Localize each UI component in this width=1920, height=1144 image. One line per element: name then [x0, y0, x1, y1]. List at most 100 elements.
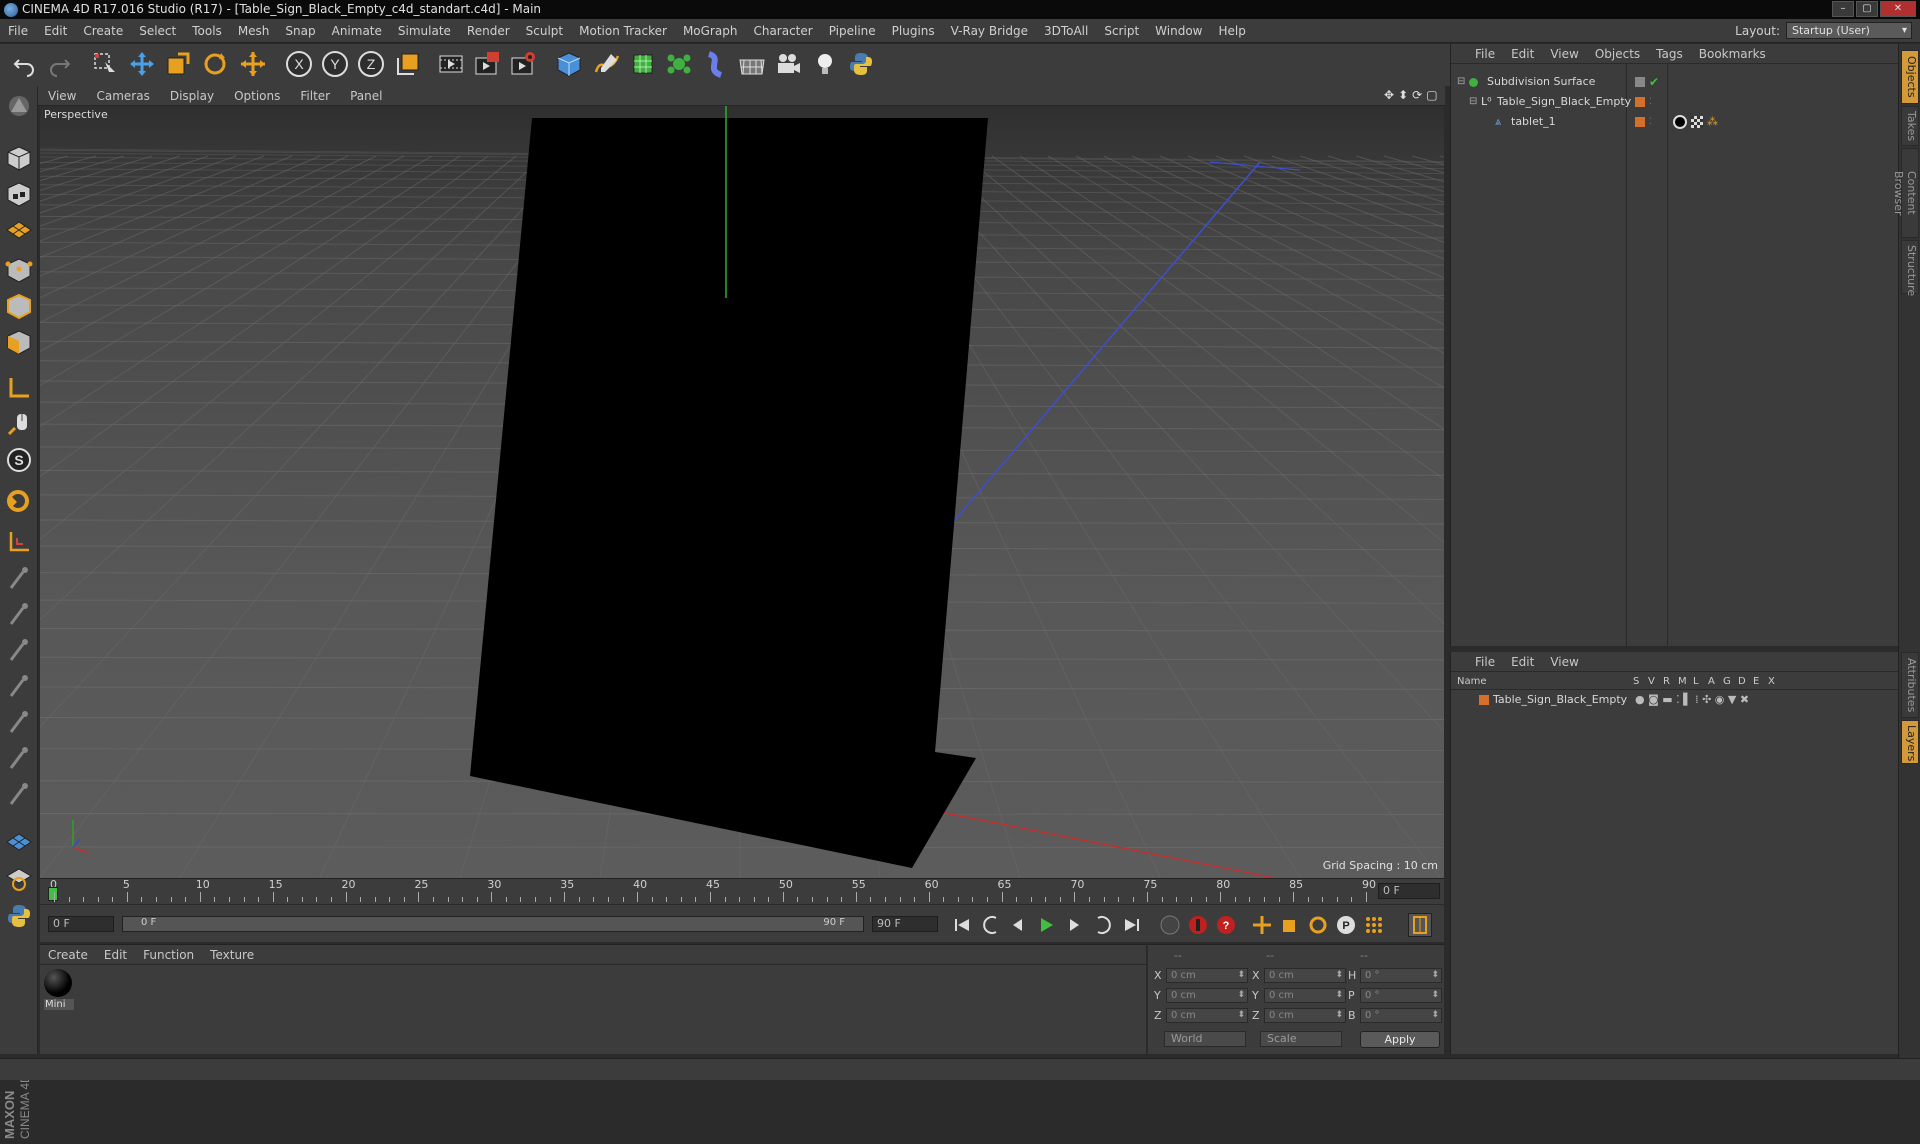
size-x-field[interactable]: 0 cm [1264, 968, 1346, 983]
rotation-p-field[interactable]: 0 ° [1360, 988, 1442, 1003]
perspective-viewport[interactable]: Perspective Grid Spacing : 10 cm [40, 106, 1444, 878]
minimize-button[interactable]: – [1832, 1, 1854, 17]
menu-render[interactable]: Render [459, 24, 518, 38]
key-rotation-icon[interactable] [1306, 913, 1330, 937]
rotate-icon[interactable] [200, 49, 230, 79]
cloner-icon[interactable] [664, 49, 694, 79]
axis-mode-icon[interactable] [3, 372, 35, 404]
polygons-mode-icon[interactable] [3, 326, 35, 358]
rotation-b-field[interactable]: 0 ° [1360, 1008, 1442, 1023]
menu-select[interactable]: Select [131, 24, 184, 38]
record-keys-icon[interactable] [1158, 913, 1182, 937]
timeline-playhead[interactable] [48, 887, 58, 901]
next-keyframe-icon[interactable] [1090, 913, 1114, 937]
position-x-field[interactable]: 0 cm [1166, 968, 1248, 983]
object-menu-view[interactable]: View [1542, 47, 1586, 61]
sculpt-knife-icon[interactable] [3, 778, 35, 810]
position-z-field[interactable]: 0 cm [1166, 1008, 1248, 1023]
sculpt-pinch-icon[interactable] [3, 742, 35, 774]
key-parameter-icon[interactable]: P [1334, 913, 1358, 937]
subdivision-surface-icon[interactable] [628, 49, 658, 79]
enabled-check-icon[interactable]: ✔ [1649, 72, 1659, 92]
python-script-icon[interactable] [3, 900, 35, 932]
redo-icon[interactable] [44, 49, 74, 79]
key-position-icon[interactable] [1250, 913, 1274, 937]
spline-pen-icon[interactable] [592, 49, 622, 79]
prev-keyframe-icon[interactable] [980, 913, 1004, 937]
magnet-icon[interactable] [3, 486, 35, 518]
menu-simulate[interactable]: Simulate [390, 24, 459, 38]
object-row-table-sign[interactable]: ⊟ L⁰ Table_Sign_Black_Empty ⁚ [1451, 92, 1899, 112]
floor-icon[interactable] [737, 49, 767, 79]
object-menu-objects[interactable]: Objects [1587, 47, 1648, 61]
menu-motion-tracker[interactable]: Motion Tracker [571, 24, 675, 38]
size-z-field[interactable]: 0 cm [1264, 1008, 1346, 1023]
sculpt-pull-icon[interactable] [3, 598, 35, 630]
uvw-tag-icon[interactable] [1691, 116, 1703, 128]
render-picture-viewer-icon[interactable] [472, 49, 502, 79]
solo-mode-icon[interactable] [3, 862, 35, 894]
transform-icon[interactable] [238, 49, 268, 79]
object-menu-bookmarks[interactable]: Bookmarks [1691, 47, 1774, 61]
next-frame-icon[interactable] [1062, 913, 1086, 937]
snapping-icon[interactable]: S [3, 444, 35, 476]
material-swatch[interactable]: Mini [44, 969, 74, 1010]
phong-tag-icon[interactable]: ⁂ [1707, 112, 1718, 132]
tab-structure[interactable]: Structure [1901, 240, 1919, 296]
viewport-menu-options[interactable]: Options [224, 89, 290, 103]
edit-render-settings-icon[interactable] [508, 49, 538, 79]
viewport-dolly-icon[interactable]: ⬍ [1398, 88, 1408, 102]
timeline-layout-icon[interactable] [1408, 913, 1432, 937]
quantize-icon[interactable] [3, 526, 35, 558]
timeline-ruler[interactable]: 0 5 10 15 20 25 30 35 40 45 50 55 60 65 70 75 80 85 90 0 F [40, 878, 1444, 904]
menu-script[interactable]: Script [1096, 24, 1147, 38]
menu-create[interactable]: Create [75, 24, 131, 38]
layer-color-swatch[interactable] [1479, 695, 1489, 705]
layer-menu-edit[interactable]: Edit [1503, 655, 1542, 669]
undo-icon[interactable] [10, 49, 40, 79]
tab-layers[interactable]: Layers [1901, 720, 1919, 764]
object-menu-file[interactable]: File [1467, 47, 1503, 61]
object-row-tablet[interactable]: ⩓ tablet_1 ⁚ ⁂ [1451, 112, 1899, 132]
render-view-icon[interactable] [436, 49, 466, 79]
menu-mesh[interactable]: Mesh [230, 24, 278, 38]
rotation-h-field[interactable]: 0 ° [1360, 968, 1442, 983]
start-frame-field[interactable]: 0 F [48, 916, 114, 932]
prev-frame-icon[interactable] [1006, 913, 1030, 937]
object-row-subdivision-surface[interactable]: ⊟ Subdivision Surface ✔ [1451, 72, 1899, 92]
menu-animate[interactable]: Animate [324, 24, 390, 38]
autokey-icon[interactable] [1186, 913, 1210, 937]
cube-icon[interactable] [554, 49, 584, 79]
sculpt-flatten-icon[interactable] [3, 670, 35, 702]
play-forward-icon[interactable] [1034, 913, 1058, 937]
layer-menu-file[interactable]: File [1467, 655, 1503, 669]
sculpt-grab-icon[interactable] [3, 562, 35, 594]
scale-icon[interactable] [163, 49, 193, 79]
end-frame-field[interactable]: 90 F [872, 916, 938, 932]
object-menu-edit[interactable]: Edit [1503, 47, 1542, 61]
menu-mograph[interactable]: MoGraph [675, 24, 746, 38]
light-icon[interactable] [810, 49, 840, 79]
go-to-end-icon[interactable] [1120, 913, 1144, 937]
tab-content-browser[interactable]: Content Browser [1892, 148, 1919, 238]
live-select-icon[interactable] [90, 49, 120, 79]
menu-sculpt[interactable]: Sculpt [518, 24, 571, 38]
close-button[interactable]: ✕ [1880, 1, 1916, 17]
material-menu-create[interactable]: Create [40, 948, 96, 962]
keyframe-selection-icon[interactable]: ? [1214, 913, 1238, 937]
coordinate-system-icon[interactable] [393, 49, 423, 79]
tab-attributes[interactable]: Attributes [1901, 652, 1919, 718]
material-menu-edit[interactable]: Edit [96, 948, 135, 962]
object-menu-tags[interactable]: Tags [1648, 47, 1691, 61]
current-frame-field[interactable]: 0 F [1378, 883, 1440, 899]
collapse-toggle-icon[interactable]: ⊟ [1469, 92, 1477, 112]
python-icon[interactable] [846, 49, 876, 79]
viewport-rotate-icon[interactable]: ⟳ [1412, 88, 1422, 102]
coordinate-mode-dropdown[interactable]: World [1164, 1031, 1246, 1047]
camera-icon[interactable] [773, 49, 803, 79]
z-axis-icon[interactable]: Z [356, 49, 386, 79]
frame-range-slider[interactable]: 0 F 90 F [122, 916, 864, 932]
workplane-mode-icon[interactable] [3, 214, 35, 246]
menu-plugins[interactable]: Plugins [884, 24, 943, 38]
visibility-dots-icon[interactable]: ⁚ [1649, 112, 1652, 132]
